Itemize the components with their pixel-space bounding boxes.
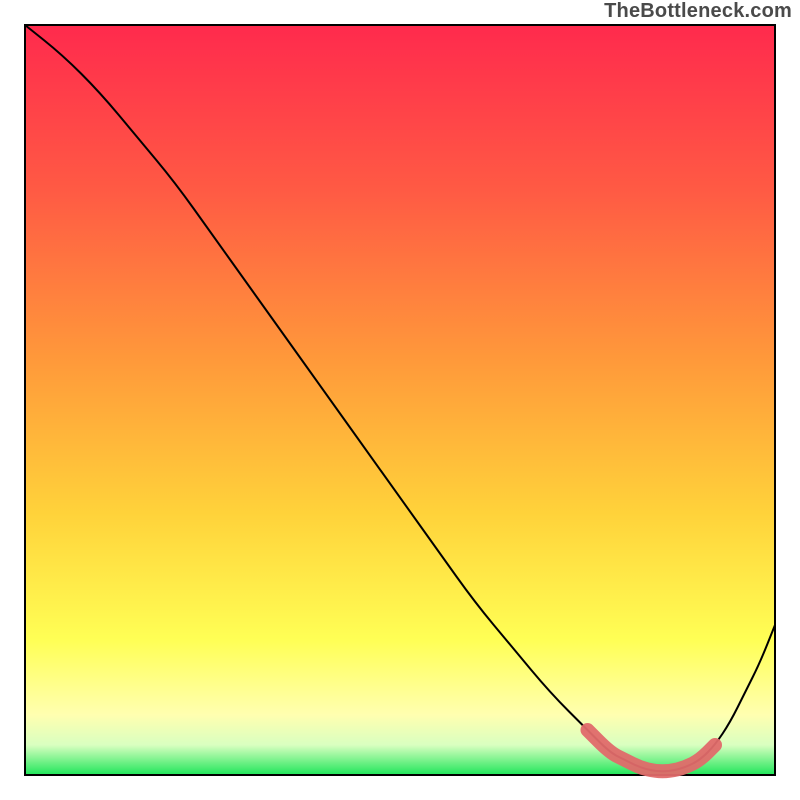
bottleneck-chart bbox=[0, 0, 800, 800]
